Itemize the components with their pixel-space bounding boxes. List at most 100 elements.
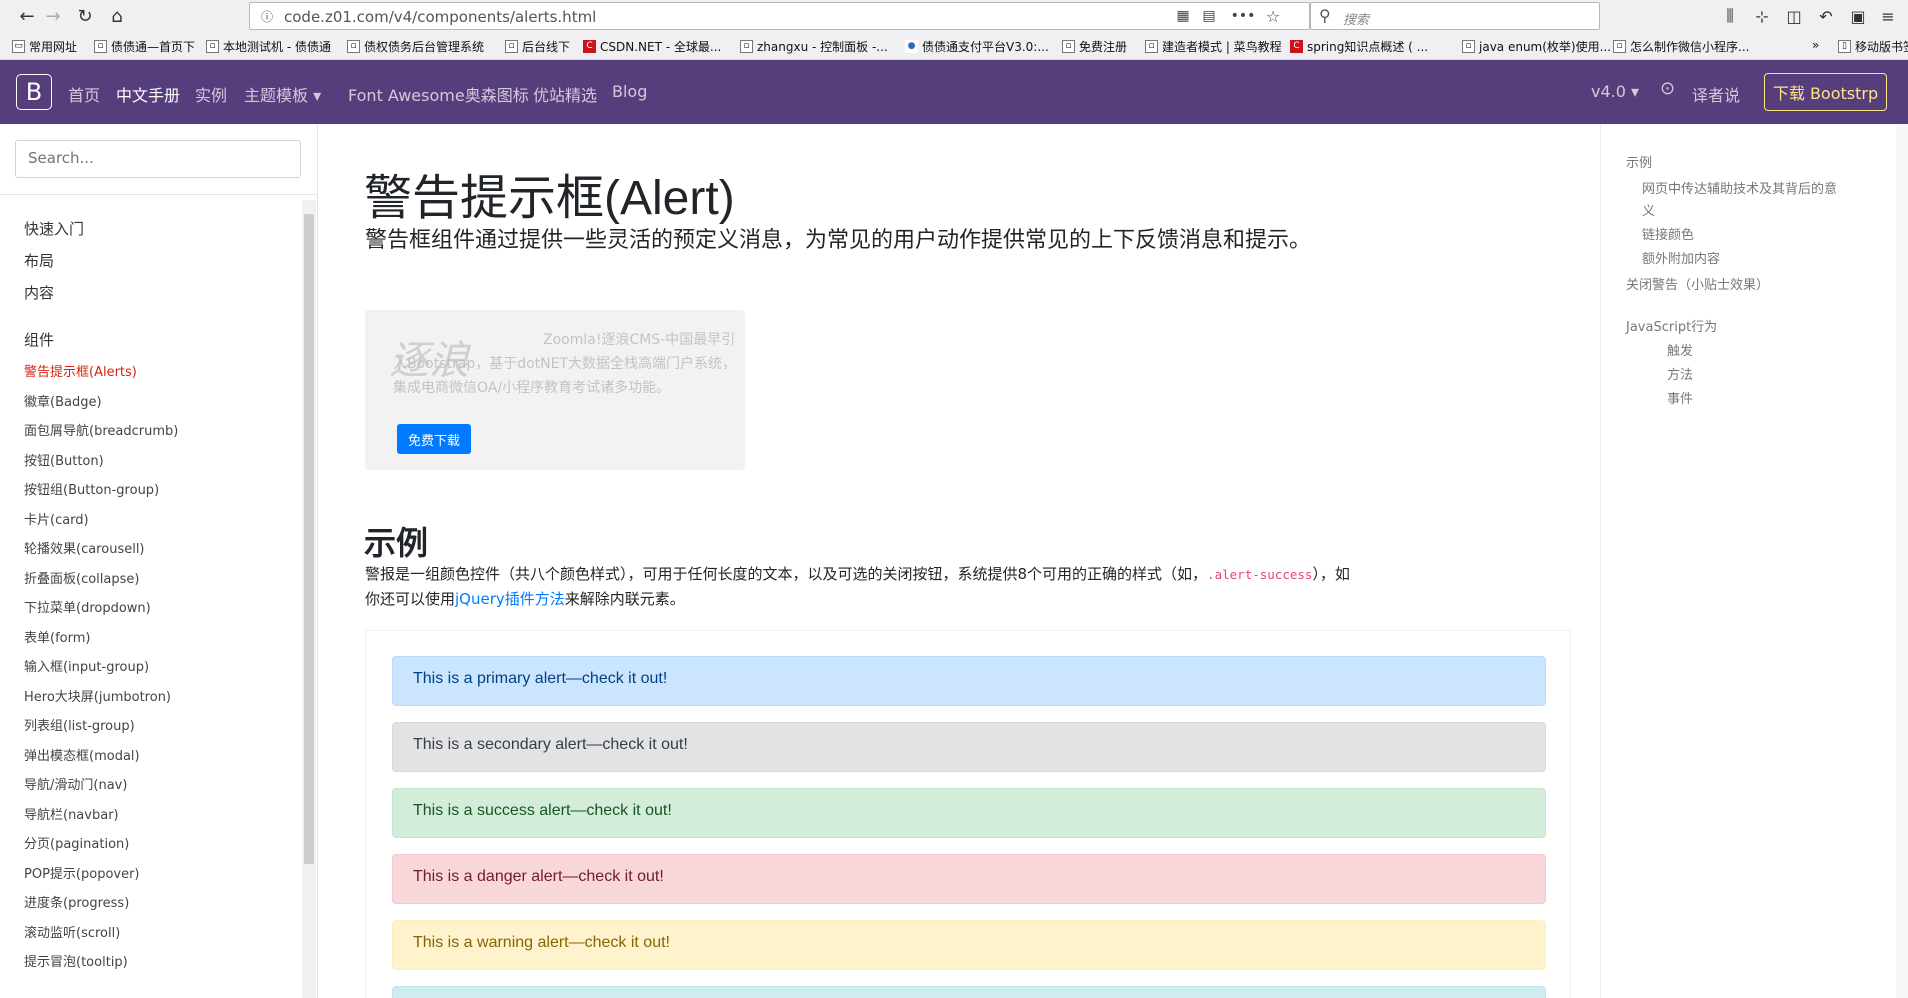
- nav-font-awesome[interactable]: Font Awesome奥森图标: [348, 82, 529, 106]
- toc-item[interactable]: 示例: [1626, 152, 1652, 171]
- bookmark-item[interactable]: ▯ 移动版书签: [1838, 38, 1908, 55]
- sidebar-item[interactable]: 导航栏(navbar): [24, 804, 119, 823]
- desc-text-3: 来解除内联元素。: [564, 590, 685, 608]
- bookmark-item[interactable]: ▫ 债权债务后台管理系统: [347, 38, 484, 55]
- bookmark-item[interactable]: ▫ 后台线下: [505, 38, 570, 55]
- sidebar-item-top[interactable]: 布局: [24, 250, 54, 271]
- bookmark-item[interactable]: ● 债债通支付平台V3.0:...: [905, 38, 1049, 55]
- url-text: code.z01.com/v4/components/alerts.html: [284, 8, 597, 26]
- sidebar-item[interactable]: 表单(form): [24, 627, 90, 646]
- sidebar-item[interactable]: POP提示(popover): [24, 863, 140, 882]
- bookmark-item[interactable]: ▫ 建造者模式 | 菜鸟教程: [1145, 38, 1282, 55]
- bookmark-label: spring知识点概述 ( ...: [1307, 40, 1429, 54]
- sidebar-divider: [0, 194, 318, 195]
- table-of-contents: 示例网页中传达辅助技术及其背后的意义链接颜色额外附加内容关闭警告（小贴士效果） J…: [1600, 124, 1908, 998]
- sidebar-item[interactable]: 折叠面板(collapse): [24, 568, 139, 587]
- sidebar-item[interactable]: 输入框(input-group): [24, 656, 149, 675]
- undo-icon[interactable]: ↶: [1814, 5, 1838, 27]
- sidebar-item[interactable]: 分页(pagination): [24, 833, 129, 852]
- jquery-plugin-link[interactable]: jQuery插件方法: [455, 590, 565, 608]
- sidebar-item[interactable]: 下拉菜单(dropdown): [24, 597, 151, 616]
- sidebar-item[interactable]: 徽章(Badge): [24, 391, 102, 410]
- bookmark-item[interactable]: ▫ zhangxu - 控制面板 -...: [740, 38, 888, 55]
- bookmark-label: 怎么制作微信小程序...: [1630, 40, 1750, 54]
- sidebar-item[interactable]: 警告提示框(Alerts): [24, 361, 137, 380]
- back-icon[interactable]: ←: [14, 4, 40, 28]
- github-icon[interactable]: ⊙: [1660, 78, 1675, 99]
- bookmarks-bar: ▭ 常用网址 ▫ 债债通—首页下 ▫ 本地测试机 - 债债通 ▫ 债权债务后台管理系统 ▫ 后台线…: [0, 35, 1908, 59]
- home-icon[interactable]: ⌂: [104, 4, 130, 28]
- sidebar-item[interactable]: 弹出模态框(modal): [24, 745, 140, 764]
- free-download-button[interactable]: 免费下载: [397, 424, 471, 454]
- toc-item[interactable]: 事件: [1667, 388, 1693, 407]
- toc-item[interactable]: 触发: [1667, 340, 1693, 359]
- bookmark-item[interactable]: ▫ 债债通—首页下: [94, 38, 195, 55]
- alert-box: This is a warning alert—check it out!: [392, 920, 1546, 970]
- menu-icon[interactable]: ≡: [1876, 5, 1900, 27]
- qr-code-icon[interactable]: ▦: [1172, 6, 1194, 26]
- toc-item[interactable]: 额外附加内容: [1642, 248, 1720, 267]
- toc-item[interactable]: JavaScript行为: [1626, 316, 1717, 335]
- sidebar-item[interactable]: 列表组(list-group): [24, 715, 135, 734]
- nav-manual[interactable]: 中文手册: [116, 82, 180, 106]
- nav-blog[interactable]: Blog: [612, 82, 647, 101]
- bookmark-item[interactable]: ▫ 本地测试机 - 债债通: [206, 38, 331, 55]
- page-title: 警告提示框(Alert): [364, 158, 735, 228]
- page-icon: ▫: [740, 40, 753, 53]
- toc-item[interactable]: 网页中传达辅助技术及其背后的意: [1642, 178, 1837, 197]
- sidebar-item-top[interactable]: 快速入门: [24, 218, 84, 239]
- sidebar-item[interactable]: 卡片(card): [24, 509, 89, 528]
- bookmark-item[interactable]: ▫ 免费注册: [1062, 38, 1127, 55]
- sidebar-item[interactable]: 滚动监听(scroll): [24, 922, 120, 941]
- alert-box: This is a secondary alert—check it out!: [392, 722, 1546, 772]
- sidebar-item[interactable]: 轮播效果(carousell): [24, 538, 145, 557]
- nav-examples[interactable]: 实例: [195, 82, 227, 106]
- screenshot-icon[interactable]: ⊹: [1750, 5, 1774, 27]
- brand-logo[interactable]: B: [16, 74, 52, 110]
- download-bootstrap-button[interactable]: 下载 Bootstrp: [1764, 73, 1887, 111]
- bookmark-item[interactable]: ▭ 常用网址: [12, 38, 77, 55]
- sidebar-item[interactable]: Hero大块屏(jumbotron): [24, 686, 171, 705]
- sidebar-item-top[interactable]: 内容: [24, 282, 54, 303]
- nav-themes-dropdown[interactable]: 主题模板 ▾: [244, 82, 321, 106]
- sidebar-item[interactable]: 按钮组(Button-group): [24, 479, 159, 498]
- forward-icon[interactable]: →: [40, 4, 66, 28]
- alert-box: This is a success alert—check it out!: [392, 788, 1546, 838]
- sidebar-scrollbar[interactable]: [302, 200, 316, 998]
- nav-featured[interactable]: 优站精选: [533, 82, 597, 106]
- bookmarks-overflow-icon[interactable]: »: [1812, 38, 1819, 52]
- sidebar-search-input[interactable]: Search...: [15, 140, 301, 178]
- browser-toolbar: ← → ↻ ⌂ ⓘ code.z01.com/v4/components/ale…: [0, 0, 1908, 33]
- version-dropdown[interactable]: v4.0 ▾: [1591, 82, 1639, 101]
- library-icon[interactable]: ⫼: [1718, 5, 1742, 27]
- sidebar-item[interactable]: 导航/滑动门(nav): [24, 774, 127, 793]
- toc-item[interactable]: 链接颜色: [1642, 224, 1694, 243]
- reload-icon[interactable]: ↻: [72, 4, 98, 28]
- bookmark-item[interactable]: ▫ 怎么制作微信小程序...: [1613, 38, 1749, 55]
- bookmark-label: 免费注册: [1079, 40, 1128, 54]
- page-scrollbar[interactable]: [1896, 124, 1908, 998]
- sidebar-scroll-thumb[interactable]: [304, 214, 314, 864]
- sidebar-toggle-icon[interactable]: ◫: [1782, 5, 1806, 27]
- extension-icon[interactable]: ▣: [1846, 5, 1870, 27]
- toc-item[interactable]: 方法: [1667, 364, 1693, 383]
- bookmark-item[interactable]: ▫ java enum(枚举)使用...: [1462, 38, 1611, 55]
- bookmark-star-icon[interactable]: ☆: [1262, 6, 1284, 26]
- toc-item[interactable]: 关闭警告（小贴士效果）: [1626, 274, 1769, 293]
- bookmark-item[interactable]: Cspring知识点概述 ( ...: [1290, 38, 1428, 55]
- url-bar[interactable]: ⓘ code.z01.com/v4/components/alerts.html…: [249, 2, 1310, 30]
- ad-banner[interactable]: 逐浪 Zoomla!逐浪CMS-中国最早引入Bootstrap，基于dotNET…: [365, 310, 745, 470]
- toc-item[interactable]: 义: [1642, 200, 1655, 219]
- more-icon[interactable]: •••: [1231, 6, 1256, 26]
- sidebar-item[interactable]: 提示冒泡(tooltip): [24, 951, 128, 970]
- info-icon[interactable]: ⓘ: [256, 6, 278, 26]
- sidebar-item[interactable]: 按钮(Button): [24, 450, 104, 469]
- bookmark-item[interactable]: C CSDN.NET - 全球最...: [583, 38, 721, 55]
- sidebar-item[interactable]: 进度条(progress): [24, 892, 129, 911]
- nav-translators[interactable]: 译者说: [1692, 82, 1740, 106]
- nav-home[interactable]: 首页: [68, 82, 100, 106]
- sidebar-section-components[interactable]: 组件: [24, 329, 54, 350]
- sidebar-item[interactable]: 面包屑导航(breadcrumb): [24, 420, 178, 439]
- reader-view-icon[interactable]: ▤: [1198, 6, 1220, 26]
- browser-search-input[interactable]: ⚲ 搜索: [1310, 2, 1600, 30]
